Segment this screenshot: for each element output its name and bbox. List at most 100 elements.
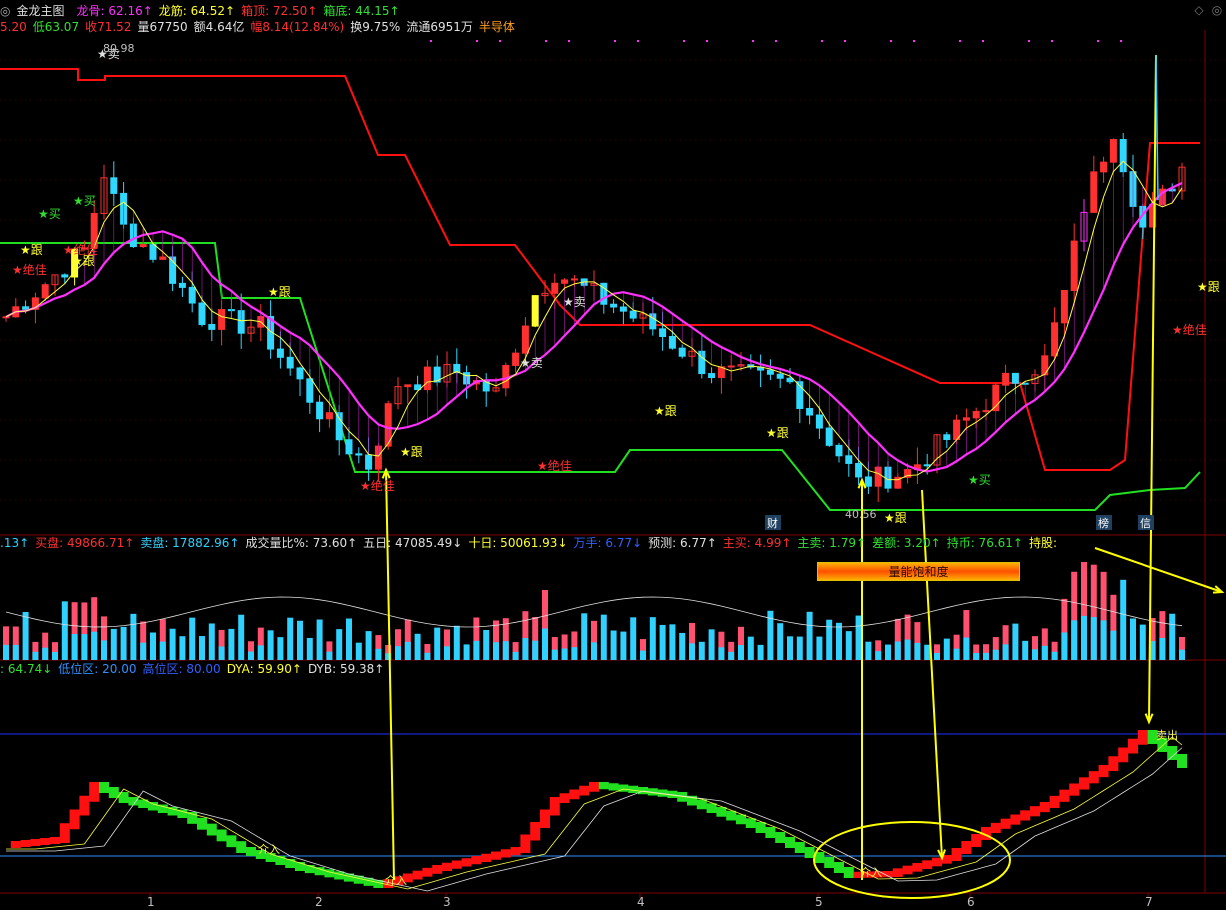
volume-bar [297,620,303,660]
volume-bar [708,629,715,660]
event-tag: 信 [1140,517,1151,530]
osc-step [1128,738,1138,754]
volume-indicator-10: 差额: 3.20↑ [872,536,941,550]
volume-bar [600,614,607,660]
chart-canvas[interactable]: ★卖★买★买★跟★绝佳★绝佳★跟★跟★卖★卖★跟★跟★绝佳★绝佳★跟★买★跟★绝… [0,0,1226,910]
osc-step [530,822,541,841]
volume-bar [757,644,764,660]
quote-row: 5.20 低63.07 收71.52 量67750 额4.64亿 幅8.14(12.84%… [0,19,521,35]
chart-labels: ★卖★买★买★跟★绝佳★绝佳★跟★跟★卖★卖★跟★跟★绝佳★绝佳★跟★买★跟★绝… [12,42,1220,909]
osc-step [843,867,854,878]
osc-step [99,782,109,793]
quote-field-2: 收71.52 [85,20,132,34]
osc-step [589,782,599,792]
signal-dot [1051,40,1053,42]
volume-bar [679,632,686,660]
signal-dot [844,40,846,42]
volume-bar-buy [728,651,735,660]
osc-signal-label: 介入 [385,874,407,887]
osc-step [1108,756,1119,771]
osc-step [696,799,707,810]
settings-icon[interactable]: ◎ [1210,3,1224,17]
signal-marker: ★跟 [884,511,907,525]
osc-step [932,857,942,867]
osc-step [912,863,923,872]
oscillator-series [6,730,1187,892]
signal-dot [476,40,478,42]
volume-bar-buy [689,643,695,660]
x-tick-label: 3 [443,895,451,909]
osc-step [59,823,70,843]
candle-body [188,286,196,304]
volume-bar [1139,624,1146,660]
candle-body [972,410,980,419]
candle-body [629,310,637,319]
x-tick-label: 2 [315,895,323,909]
circle-icon: ◎ [0,4,11,18]
signal-marker: ★卖 [520,356,543,370]
volume-bar [885,644,891,660]
osc-step [491,851,501,860]
volume-bar [796,636,803,660]
volume-indicator-8: 主买: 4.99↑ [722,536,792,550]
candle-body [404,384,412,388]
volume-bar-buy [551,649,558,660]
volume-bar [453,625,460,660]
osc-step [892,868,903,877]
osc-step [745,818,756,828]
diamond-icon[interactable]: ◇ [1192,3,1206,17]
volume-bar [630,617,637,660]
signal-marker: ★买 [38,207,61,221]
osc-step [1098,765,1109,778]
volume-bar [836,622,842,660]
candle-body [306,378,314,403]
volume-indicator-0: .13↑ [0,536,30,550]
volume-bar [1130,618,1136,660]
candle-body [776,373,784,379]
indicator-0: 龙骨: 62.16↑ [76,4,153,18]
candle-body [159,256,167,260]
volume-bar-buy [963,637,970,660]
osc-step [569,789,580,800]
signal-dot [890,40,892,42]
osc-step [30,839,41,846]
osc-step [1030,806,1040,817]
osc-step [579,785,590,796]
volume-bar [267,630,274,660]
volume-bar [238,614,245,660]
volume-bar [659,624,666,660]
candle-body [1109,139,1117,163]
volume-indicator-12: 持股: [1028,536,1058,550]
volume-indicator-row: .13↑ 买盘: 49866.71↑ 卖盘: 17882.96↑ 成交量比%: 73.… [0,535,1063,551]
box-channel [0,68,1201,511]
volume-bar-buy [953,648,960,660]
signal-dot [430,40,432,42]
volume-bar-buy [992,649,999,660]
osc-indicator-3: DYA: 59.90↑ [226,662,302,676]
low-price-label: 40.56 [845,508,877,521]
volume-bar-buy [875,651,882,660]
candle-body [61,274,69,278]
candle-body [815,414,823,429]
ma-dragon-bone-line [5,182,1183,473]
candlestick-series [2,132,1186,502]
candle-body [286,356,294,369]
volume-bar [581,613,588,660]
annotation-ellipse [813,821,1011,899]
candle-body [41,284,49,299]
osc-step [540,809,550,828]
x-tick-label: 5 [815,895,823,909]
volume-indicator-4: 五日: 47085.49↓ [363,536,463,550]
volume-bar-buy [3,644,9,660]
osc-step [785,837,795,848]
osc-step [226,835,237,848]
signal-dot [821,40,823,42]
osc-step [1039,802,1050,813]
osc-signal-label: 介入 [258,843,280,856]
volume-bar [669,624,676,660]
osc-step [197,817,207,830]
signal-dot [614,40,616,42]
osc-step [1069,783,1080,796]
volume-indicator-9: 主卖: 1.79↑ [797,536,867,550]
candle-body [551,282,559,294]
